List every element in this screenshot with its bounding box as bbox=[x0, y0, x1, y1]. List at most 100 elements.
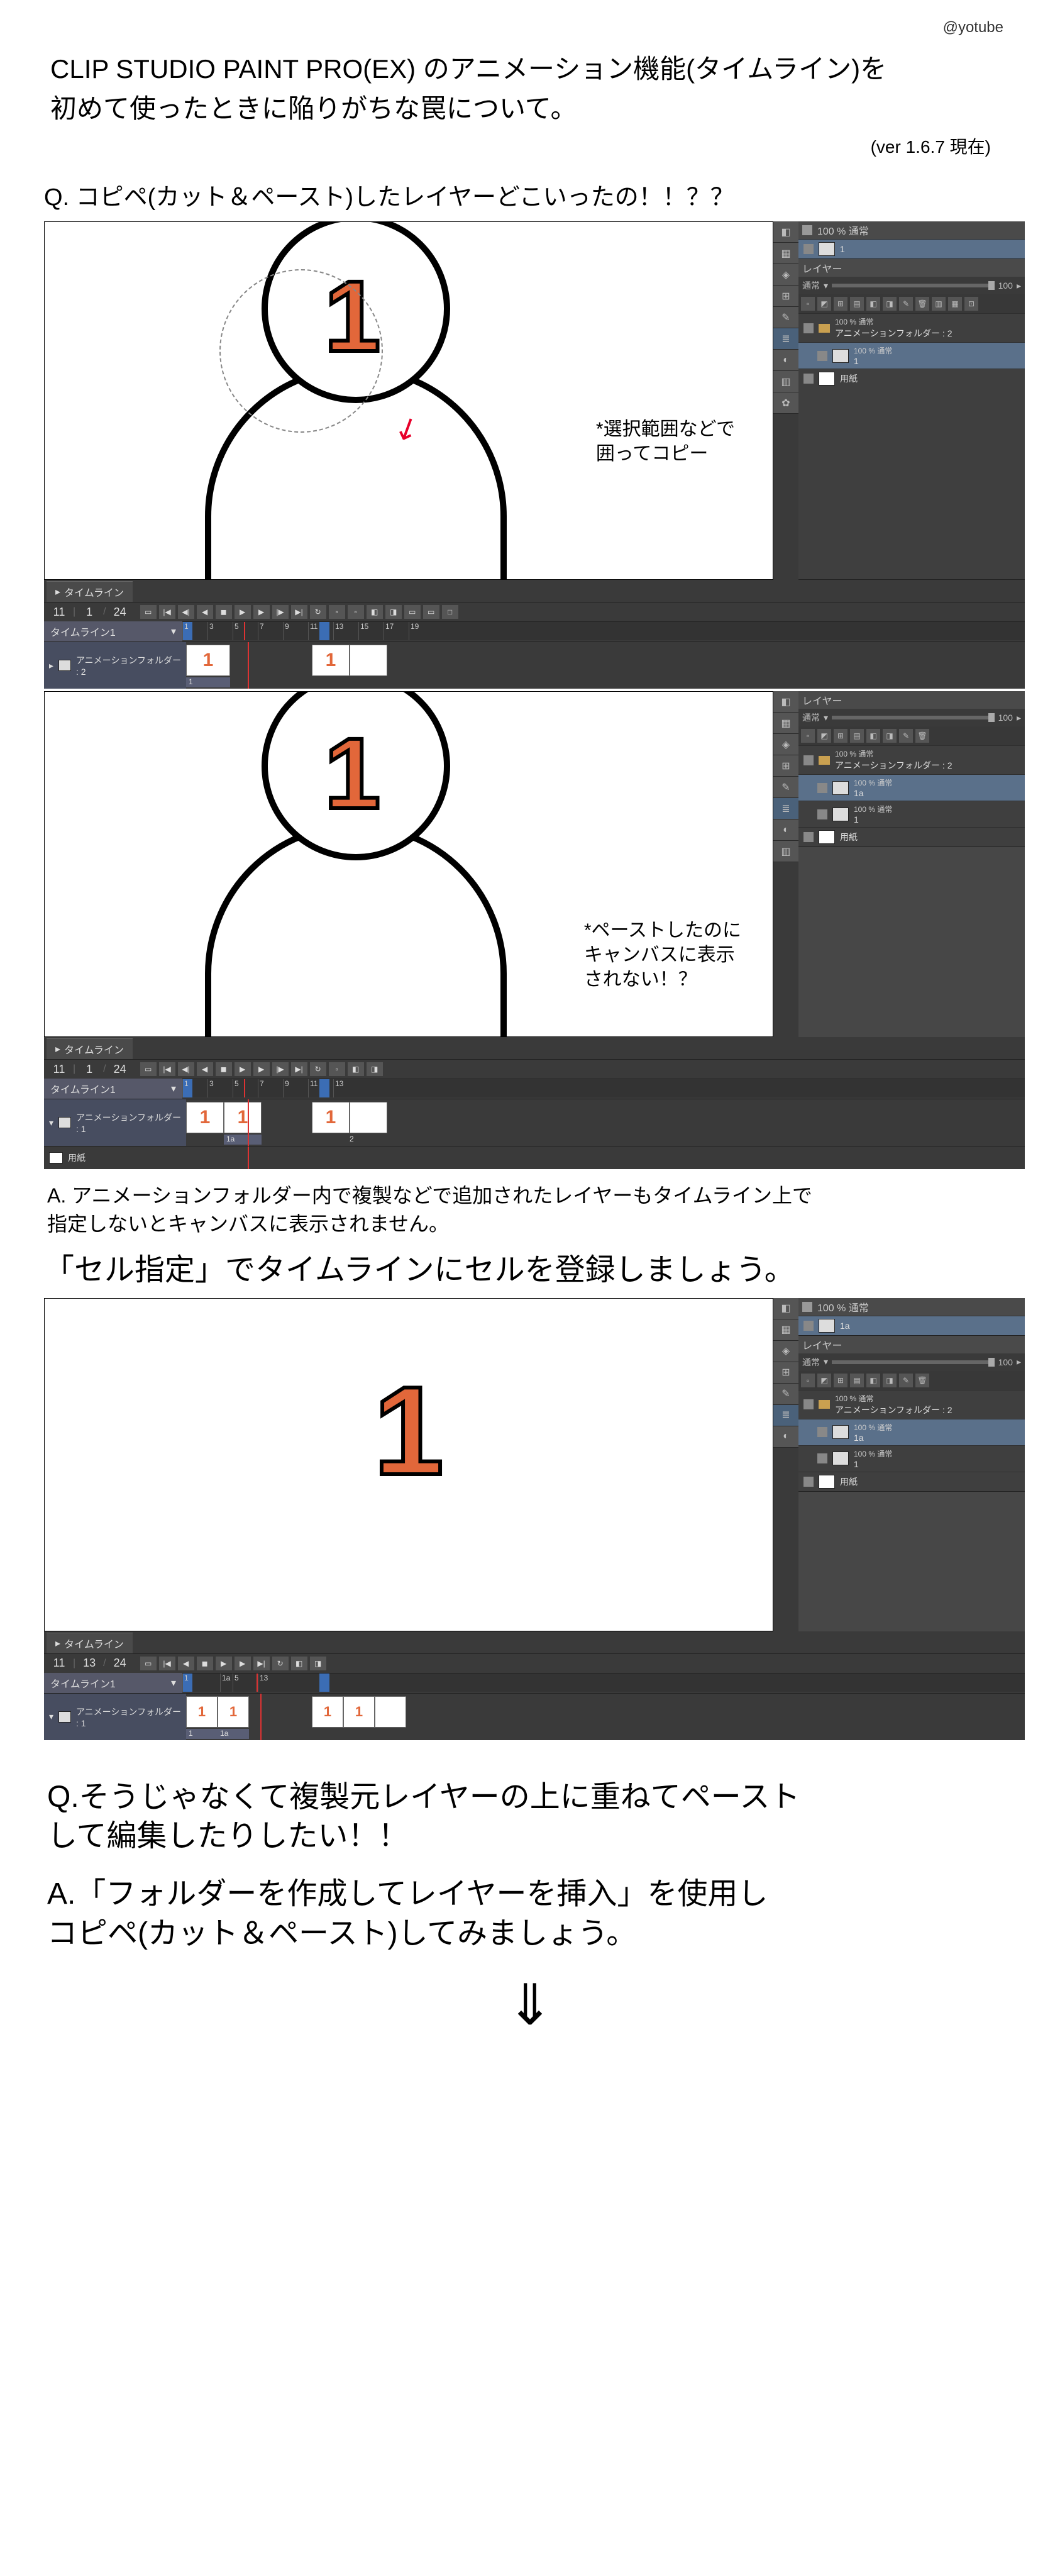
stop-icon[interactable]: ◼ bbox=[197, 1657, 213, 1670]
layer-row[interactable]: 1a bbox=[798, 1316, 1025, 1335]
tool-button[interactable]: 🗑 bbox=[915, 729, 929, 743]
tool-button[interactable]: ▥ bbox=[932, 297, 946, 311]
layer-row-paper[interactable]: 用紙 bbox=[798, 1472, 1025, 1491]
timeline-track[interactable] bbox=[186, 1146, 1025, 1169]
prev-frame-icon[interactable]: ◀| bbox=[178, 605, 194, 619]
tl-button[interactable]: ◨ bbox=[310, 1657, 326, 1670]
skip-start-icon[interactable]: |◀ bbox=[159, 1062, 175, 1076]
tool-button[interactable]: ▤ bbox=[850, 297, 864, 311]
opacity-slider[interactable] bbox=[832, 716, 995, 719]
playhead[interactable] bbox=[248, 1099, 249, 1146]
skip-start-icon[interactable]: |◀ bbox=[159, 1657, 175, 1670]
layer-row[interactable]: 100 % 通常1 bbox=[798, 1445, 1025, 1472]
tool-button[interactable]: ◨ bbox=[883, 297, 897, 311]
timeline-selector[interactable]: タイムライン1▾ bbox=[44, 1673, 182, 1693]
tl-button[interactable]: ▭ bbox=[404, 605, 421, 619]
tool-button[interactable]: ◩ bbox=[817, 729, 831, 743]
tool-button[interactable]: ✎ bbox=[899, 729, 913, 743]
palette-tab-icon[interactable]: ✎ bbox=[773, 307, 798, 328]
palette-tab-icon[interactable]: ▥ bbox=[773, 371, 798, 392]
palette-tab-icon[interactable]: ◈ bbox=[773, 1341, 798, 1362]
next-icon[interactable]: ▶ bbox=[253, 1062, 270, 1076]
tool-button[interactable]: ◩ bbox=[817, 1374, 831, 1387]
timeline-cell[interactable]: 1 bbox=[186, 645, 230, 676]
play-icon[interactable]: ▶ bbox=[216, 1657, 232, 1670]
timeline-ruler[interactable]: 1 3 5 7 9 11 13 15 17 19 bbox=[182, 621, 1025, 640]
canvas[interactable]: 1 *ペーストしたのに キャンバスに表示 されない！？ bbox=[44, 691, 773, 1037]
next-icon[interactable]: ▶ bbox=[253, 605, 270, 619]
opacity-slider[interactable] bbox=[832, 284, 995, 287]
tool-button[interactable]: ◨ bbox=[883, 1374, 897, 1387]
palette-tab-icon[interactable]: ◈ bbox=[773, 264, 798, 286]
layer-row-paper[interactable]: 用紙 bbox=[798, 827, 1025, 847]
blend-mode[interactable]: 通常 bbox=[802, 1356, 820, 1368]
palette-tab-icon[interactable]: ▥ bbox=[773, 841, 798, 862]
tl-button[interactable]: ▭ bbox=[140, 605, 157, 619]
tool-button[interactable]: ▦ bbox=[948, 297, 962, 311]
timeline-selector[interactable]: タイムライン1▾ bbox=[44, 621, 182, 641]
prev-icon[interactable]: ◀ bbox=[197, 605, 213, 619]
stop-icon[interactable]: ◼ bbox=[216, 605, 232, 619]
timeline-tab[interactable]: ▸ タイムライン bbox=[47, 1633, 133, 1653]
palette-tab-icon[interactable]: ≣ bbox=[773, 1405, 798, 1426]
tl-button[interactable]: ◨ bbox=[385, 605, 402, 619]
opacity-slider[interactable] bbox=[832, 1360, 995, 1364]
tl-button[interactable]: ◧ bbox=[367, 605, 383, 619]
palette-tab-icon[interactable]: ≣ bbox=[773, 798, 798, 819]
palette-tab-icon[interactable]: ✎ bbox=[773, 1384, 798, 1405]
next-icon[interactable]: ▶ bbox=[235, 1657, 251, 1670]
tool-button[interactable]: 🗑 bbox=[915, 1374, 929, 1387]
palette-tab-icon[interactable]: ▦ bbox=[773, 713, 798, 734]
tl-button[interactable]: ◧ bbox=[291, 1657, 307, 1670]
tool-button[interactable]: ▫ bbox=[801, 729, 815, 743]
layer-row[interactable]: 100 % 通常1 bbox=[798, 342, 1025, 369]
play-icon[interactable]: ▶ bbox=[235, 1062, 251, 1076]
timeline-ruler[interactable]: 1 5 13 1a bbox=[182, 1673, 1025, 1692]
palette-tab-icon[interactable]: ⊞ bbox=[773, 1362, 798, 1384]
tl-button[interactable]: ▫ bbox=[348, 605, 364, 619]
eye-icon[interactable] bbox=[817, 351, 827, 361]
timeline-track[interactable]: 1 1 1 1a 1 1 bbox=[186, 1694, 1025, 1740]
palette-tab-icon[interactable]: ◈ bbox=[773, 734, 798, 755]
layer-row-folder[interactable]: 100 % 通常アニメーションフォルダー : 2 bbox=[798, 313, 1025, 342]
timeline-cell[interactable] bbox=[350, 645, 387, 676]
track-label[interactable]: ▸アニメーションフォルダー : 2 bbox=[44, 642, 186, 689]
canvas[interactable]: 1 bbox=[44, 1298, 773, 1631]
skip-start-icon[interactable]: |◀ bbox=[159, 605, 175, 619]
tl-button[interactable]: □ bbox=[442, 605, 458, 619]
next-frame-icon[interactable]: |▶ bbox=[272, 1062, 289, 1076]
tool-button[interactable]: ⊞ bbox=[834, 297, 847, 311]
skip-end-icon[interactable]: ▶| bbox=[253, 1657, 270, 1670]
next-frame-icon[interactable]: |▶ bbox=[272, 605, 289, 619]
prev-icon[interactable]: ◀ bbox=[178, 1657, 194, 1670]
track-label-paper[interactable]: 用紙 bbox=[44, 1146, 186, 1169]
palette-tab-icon[interactable]: ◐ bbox=[773, 1426, 798, 1448]
tool-button[interactable]: ✎ bbox=[899, 1374, 913, 1387]
palette-tab-icon[interactable]: ◐ bbox=[773, 350, 798, 371]
tl-button[interactable]: ▭ bbox=[423, 605, 439, 619]
tool-button[interactable]: ▤ bbox=[850, 729, 864, 743]
tool-button[interactable]: ◧ bbox=[866, 729, 880, 743]
tl-button[interactable]: ▭ bbox=[140, 1062, 157, 1076]
skip-end-icon[interactable]: ▶| bbox=[291, 605, 307, 619]
layer-row[interactable]: 100 % 通常1 bbox=[798, 801, 1025, 827]
layer-row-paper[interactable]: 用紙 bbox=[798, 369, 1025, 388]
palette-tab-icon[interactable]: ◧ bbox=[773, 221, 798, 243]
palette-tab-icon[interactable]: ◐ bbox=[773, 819, 798, 841]
tool-button[interactable]: ⊞ bbox=[834, 1374, 847, 1387]
blend-mode[interactable]: 通常 bbox=[802, 279, 820, 292]
playhead[interactable] bbox=[248, 1146, 249, 1169]
track-label[interactable]: ▾アニメーションフォルダー : 1 bbox=[44, 1099, 186, 1146]
stop-icon[interactable]: ◼ bbox=[216, 1062, 232, 1076]
timeline-tab[interactable]: ▸ タイムライン bbox=[47, 1038, 133, 1059]
palette-tab-icon[interactable]: ⊞ bbox=[773, 286, 798, 307]
loop-icon[interactable]: ↻ bbox=[272, 1657, 289, 1670]
layer-row-folder[interactable]: 100 % 通常アニメーションフォルダー : 2 bbox=[798, 1390, 1025, 1419]
palette-tab-icon[interactable]: ◧ bbox=[773, 1298, 798, 1319]
timeline-track[interactable]: 1 1 1 bbox=[186, 642, 1025, 689]
playhead[interactable] bbox=[248, 642, 249, 689]
tool-button[interactable]: ◨ bbox=[883, 729, 897, 743]
layer-row[interactable]: 100 % 通常1a bbox=[798, 1419, 1025, 1445]
layer-row[interactable]: 100 % 通常1a bbox=[798, 774, 1025, 801]
layer-row[interactable]: 1 bbox=[798, 239, 1025, 258]
